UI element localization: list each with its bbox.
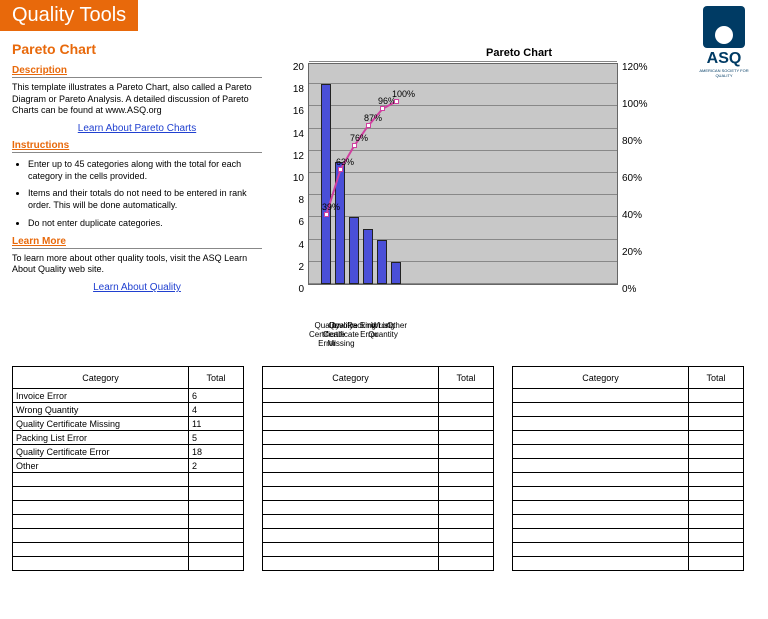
table-row[interactable] (263, 445, 494, 459)
table-row[interactable] (13, 501, 244, 515)
cum-label: 87% (364, 113, 382, 123)
col-total: Total (439, 367, 494, 389)
table-row[interactable] (13, 543, 244, 557)
logo-icon (703, 6, 745, 48)
table-row[interactable] (513, 487, 744, 501)
learn-more-heading: Learn More (12, 236, 262, 249)
bar (349, 217, 359, 284)
y-tick: 10 (282, 174, 304, 196)
table-row[interactable] (263, 403, 494, 417)
table-row[interactable] (13, 515, 244, 529)
table-row[interactable]: Other2 (13, 459, 244, 473)
y-tick: 4 (282, 241, 304, 263)
table-row[interactable] (513, 431, 744, 445)
table-row[interactable] (13, 487, 244, 501)
y-tick: 16 (282, 107, 304, 129)
y2-tick: 20% (622, 248, 656, 285)
table-row[interactable]: Quality Certificate Error18 (13, 445, 244, 459)
y-tick: 2 (282, 263, 304, 285)
col-total: Total (189, 367, 244, 389)
y-tick: 14 (282, 130, 304, 152)
y2-tick: 40% (622, 211, 656, 248)
table-row[interactable]: Invoice Error6 (13, 389, 244, 403)
learn-pareto-link[interactable]: Learn About Pareto Charts (12, 123, 262, 134)
table-row[interactable] (263, 501, 494, 515)
table-row[interactable] (263, 431, 494, 445)
y2-tick: 80% (622, 137, 656, 174)
table-row[interactable]: Wrong Quantity4 (13, 403, 244, 417)
page-title: Pareto Chart (12, 41, 262, 57)
asq-logo: ASQ AMERICAN SOCIETY FOR QUALITY (696, 6, 752, 78)
y2-tick: 120% (622, 63, 656, 100)
bar (321, 84, 331, 284)
y2-tick: 60% (622, 174, 656, 211)
bar (391, 262, 401, 284)
pareto-chart: 20181614121086420 39%63%76%87%96%100% 12… (282, 63, 756, 322)
table-row[interactable] (513, 445, 744, 459)
y-tick: 20 (282, 63, 304, 85)
table-row[interactable] (513, 543, 744, 557)
instructions-list: Enter up to 45 categories along with the… (12, 159, 262, 229)
cum-label: 100% (392, 89, 415, 99)
table-row[interactable] (513, 417, 744, 431)
y-tick: 18 (282, 85, 304, 107)
y2-tick: 100% (622, 100, 656, 137)
table-row[interactable] (513, 459, 744, 473)
table-row[interactable] (513, 403, 744, 417)
table-row[interactable] (513, 557, 744, 571)
table-row[interactable] (513, 515, 744, 529)
x-tick: Other (372, 322, 422, 331)
learn-quality-link[interactable]: Learn About Quality (12, 282, 262, 293)
table-row[interactable] (263, 515, 494, 529)
cum-label: 76% (350, 133, 368, 143)
learn-more-text: To learn more about other quality tools,… (12, 253, 262, 276)
table-row[interactable] (263, 557, 494, 571)
instructions-heading: Instructions (12, 140, 262, 153)
table-row[interactable] (263, 459, 494, 473)
y-tick: 6 (282, 218, 304, 240)
data-table-2[interactable]: Category Total (262, 366, 494, 571)
instruction-item: Enter up to 45 categories along with the… (28, 159, 262, 182)
cum-label: 63% (336, 157, 354, 167)
description-heading: Description (12, 65, 262, 78)
table-row[interactable] (513, 529, 744, 543)
cum-label: 39% (322, 202, 340, 212)
table-row[interactable] (13, 473, 244, 487)
y-tick: 8 (282, 196, 304, 218)
description-text: This template illustrates a Pareto Chart… (12, 82, 262, 117)
logo-text: ASQ (696, 50, 752, 68)
col-category: Category (13, 367, 189, 389)
chart-title: Pareto Chart (282, 47, 756, 59)
table-row[interactable] (263, 487, 494, 501)
data-table-3[interactable]: Category Total (512, 366, 744, 571)
y-tick: 12 (282, 152, 304, 174)
table-row[interactable] (13, 529, 244, 543)
bar (363, 229, 373, 285)
data-table-1[interactable]: Category Total Invoice Error6Wrong Quant… (12, 366, 244, 571)
instruction-item: Do not enter duplicate categories. (28, 218, 262, 230)
table-row[interactable] (263, 389, 494, 403)
table-row[interactable] (263, 543, 494, 557)
instruction-item: Items and their totals do not need to be… (28, 188, 262, 211)
table-row[interactable] (513, 501, 744, 515)
col-category: Category (263, 367, 439, 389)
banner-title: Quality Tools (0, 0, 138, 31)
logo-subtext: AMERICAN SOCIETY FOR QUALITY (696, 68, 752, 78)
bar (377, 240, 387, 284)
table-row[interactable] (263, 417, 494, 431)
y-tick: 0 (282, 285, 304, 307)
table-row[interactable]: Quality Certificate Missing11 (13, 417, 244, 431)
table-row[interactable] (263, 473, 494, 487)
table-row[interactable] (13, 557, 244, 571)
table-row[interactable]: Packing List Error5 (13, 431, 244, 445)
table-row[interactable] (263, 529, 494, 543)
col-category: Category (513, 367, 689, 389)
y2-tick: 0% (622, 285, 656, 322)
table-row[interactable] (513, 473, 744, 487)
table-row[interactable] (513, 389, 744, 403)
col-total: Total (689, 367, 744, 389)
